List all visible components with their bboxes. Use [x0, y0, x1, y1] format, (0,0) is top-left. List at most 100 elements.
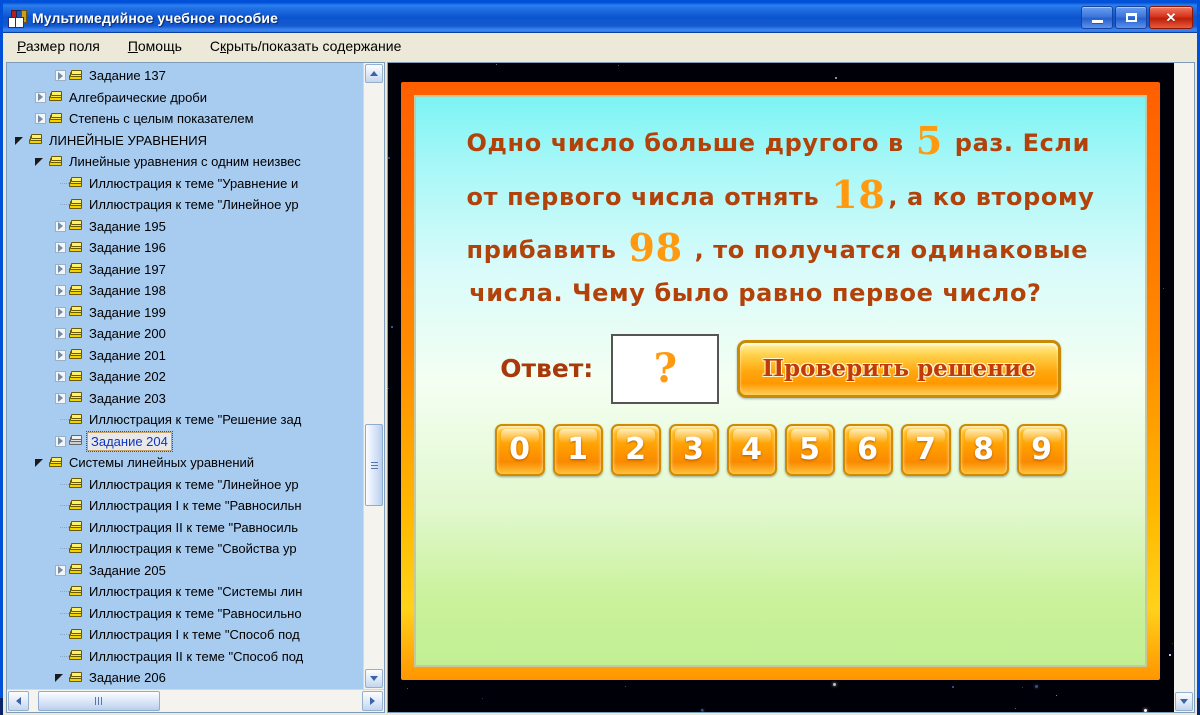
tree-scroll-left-button[interactable] [8, 690, 29, 711]
topic-icon [69, 392, 83, 404]
tree-item-label: Иллюстрация II к теме "Равносиль [89, 519, 299, 535]
question-word: от первого числа отнять [466, 182, 829, 211]
tree-item[interactable]: Задание 206 [7, 667, 363, 689]
tree-item[interactable]: ЛИНЕЙНЫЕ УРАВНЕНИЯ [7, 130, 363, 152]
expand-arrow-icon[interactable] [55, 349, 66, 361]
expand-arrow-icon[interactable] [55, 242, 66, 254]
digit-button-0[interactable]: 0 [494, 423, 545, 476]
tree-item[interactable]: Задание 198 [7, 280, 363, 302]
tree-vscroll-thumb[interactable] [365, 424, 383, 506]
digit-button-3[interactable]: 3 [668, 423, 719, 476]
tree-item[interactable]: Алгебраические дроби [7, 87, 363, 109]
tree-item[interactable]: Иллюстрация I к теме "Равносильн [7, 495, 363, 517]
star [388, 156, 391, 159]
tree-item[interactable]: Иллюстрация к теме "Линейное ур [7, 474, 363, 496]
tree-hscroll-track[interactable] [30, 690, 361, 712]
tree-item[interactable]: Задание 201 [7, 345, 363, 367]
tree-scroll-up-button[interactable] [365, 64, 383, 83]
tree-item[interactable]: Линейные уравнения с одним неизвес [7, 151, 363, 173]
tree-item[interactable]: Задание 205 [7, 560, 363, 582]
expand-arrow-icon[interactable] [55, 70, 66, 82]
tree-item[interactable]: Задание 199 [7, 302, 363, 324]
answer-value: ? [653, 344, 678, 392]
lesson-vertical-scrollbar[interactable] [1173, 63, 1194, 712]
lesson-vscroll-track[interactable] [1174, 63, 1194, 691]
tree-item-label: Задание 204 [86, 430, 173, 452]
question-word: числа. Чему было равно первое число? [469, 279, 1042, 308]
maximize-button[interactable] [1115, 6, 1147, 29]
tree-item[interactable]: Задание 197 [7, 259, 363, 281]
digit-button-8[interactable]: 8 [958, 423, 1009, 476]
contents-tree[interactable]: Задание 137 Алгебраические дроби Степень с… [7, 63, 363, 689]
collapse-arrow-icon[interactable] [55, 672, 66, 683]
star [624, 686, 626, 688]
tree-item[interactable]: Системы линейных уравнений [7, 452, 363, 474]
tree-horizontal-scrollbar[interactable] [7, 688, 384, 712]
expand-arrow-icon[interactable] [55, 220, 66, 232]
question-line: от первого числа отнять 18, а ко второму [466, 172, 1094, 217]
digit-button-1[interactable]: 1 [552, 423, 603, 476]
answer-label: Ответ: [500, 354, 594, 384]
digit-button-6[interactable]: 6 [842, 423, 893, 476]
topic-icon [69, 671, 83, 684]
star [1144, 709, 1148, 712]
expand-arrow-icon[interactable] [55, 564, 66, 576]
digit-button-label: 1 [567, 432, 588, 468]
lesson-scroll-down-button[interactable] [1175, 691, 1193, 711]
tree-item[interactable]: Иллюстрация к теме "Линейное ур [7, 194, 363, 216]
expand-arrow-icon[interactable] [55, 435, 66, 447]
tree-item-label: Иллюстрация I к теме "Способ под [89, 627, 300, 643]
tree-item[interactable]: Задание 204 [7, 430, 363, 453]
tree-item[interactable]: Иллюстрация к теме "Решение зад [7, 409, 363, 431]
expand-arrow-icon[interactable] [35, 113, 46, 125]
expand-arrow-icon[interactable] [55, 285, 66, 297]
expand-arrow-icon[interactable] [55, 392, 66, 404]
digit-button-4[interactable]: 4 [726, 423, 777, 476]
close-button[interactable]: ✕ [1149, 6, 1193, 29]
tree-connector [55, 495, 69, 516]
tree-vertical-scrollbar[interactable] [363, 63, 384, 689]
digit-button-5[interactable]: 5 [784, 423, 835, 476]
book-icon [8, 9, 27, 28]
menu-item-help[interactable]: Помощь [125, 36, 185, 56]
tree-item[interactable]: Иллюстрация II к теме "Способ под [7, 646, 363, 668]
tree-item[interactable]: Иллюстрация к теме "Равносильно [7, 603, 363, 625]
topic-icon [69, 241, 83, 254]
tree-scroll-down-button[interactable] [365, 668, 383, 688]
menu-item-toggle-contents[interactable]: Скрыть/показать содержание [207, 36, 404, 56]
expand-arrow-icon[interactable] [55, 263, 66, 275]
expand-arrow-icon[interactable] [35, 91, 46, 103]
expand-arrow-icon[interactable] [55, 306, 66, 318]
tree-vscroll-track[interactable] [364, 84, 384, 668]
tree-item[interactable]: Задание 196 [7, 237, 363, 259]
menu-item-field-size[interactable]: Размер поля [14, 36, 103, 56]
tree-item[interactable]: Задание 202 [7, 366, 363, 388]
collapse-arrow-icon[interactable] [35, 156, 46, 167]
star [388, 388, 390, 390]
tree-item[interactable]: Задание 195 [7, 216, 363, 238]
tree-hscroll-thumb[interactable] [38, 690, 160, 711]
check-solution-button[interactable]: Проверить решение [737, 339, 1061, 398]
tree-item[interactable]: Иллюстрация II к теме "Равносиль [7, 517, 363, 539]
digit-button-7[interactable]: 7 [900, 423, 951, 476]
tree-item[interactable]: Задание 137 [7, 65, 363, 87]
star [1168, 654, 1171, 657]
tree-item[interactable]: Иллюстрация I к теме "Способ под [7, 624, 363, 646]
tree-item[interactable]: Иллюстрация к теме "Свойства ур [7, 538, 363, 560]
tree-item[interactable]: Задание 203 [7, 388, 363, 410]
expand-arrow-icon[interactable] [55, 371, 66, 383]
tree-item[interactable]: Степень с целым показателем [7, 108, 363, 130]
collapse-arrow-icon[interactable] [15, 135, 26, 146]
digit-button-9[interactable]: 9 [1016, 423, 1067, 476]
minimize-button[interactable] [1081, 6, 1113, 29]
expand-arrow-icon[interactable] [55, 328, 66, 340]
menu-bar: Размер поля Помощь Скрыть/показать содер… [3, 33, 1197, 60]
digit-button-2[interactable]: 2 [610, 423, 661, 476]
collapse-arrow-icon[interactable] [35, 457, 46, 468]
tree-item[interactable]: Задание 200 [7, 323, 363, 345]
star [406, 687, 408, 689]
tree-item[interactable]: Иллюстрация к теме "Системы лин [7, 581, 363, 603]
tree-scroll-right-button[interactable] [362, 690, 383, 711]
tree-item[interactable]: Иллюстрация к теме "Уравнение и [7, 173, 363, 195]
answer-input-box[interactable]: ? [611, 333, 720, 404]
